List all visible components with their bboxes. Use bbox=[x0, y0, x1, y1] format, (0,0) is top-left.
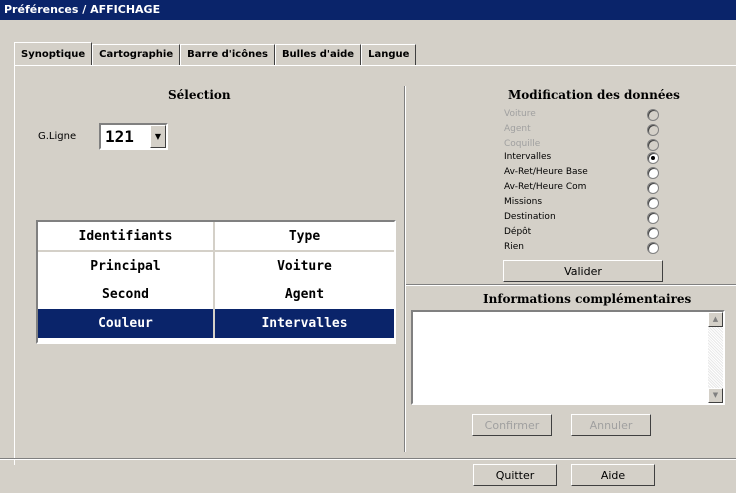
info-title: Informations complémentaires bbox=[483, 292, 692, 306]
tab-barre-icones[interactable]: Barre d'icônes bbox=[180, 44, 275, 66]
scroll-down-icon[interactable]: ▼ bbox=[708, 388, 723, 403]
tab-bulles-aide[interactable]: Bulles d'aide bbox=[274, 44, 362, 66]
radio-button[interactable] bbox=[647, 212, 659, 224]
radio-destination[interactable]: Destination bbox=[504, 211, 664, 226]
table-row[interactable]: Principal Voiture bbox=[38, 251, 394, 280]
g-ligne-value: 121 bbox=[105, 127, 134, 146]
grid-cell[interactable]: Second bbox=[38, 280, 215, 309]
radio-rien[interactable]: Rien bbox=[504, 241, 664, 256]
help-button[interactable]: Aide bbox=[571, 464, 655, 486]
tab-synoptique[interactable]: Synoptique bbox=[14, 42, 93, 66]
chevron-down-icon[interactable]: ▼ bbox=[150, 125, 166, 148]
table-row[interactable]: Second Agent bbox=[38, 280, 394, 309]
info-textarea[interactable]: ▲ ▼ bbox=[411, 310, 725, 405]
radio-label: Missions bbox=[504, 197, 543, 207]
tab-langue[interactable]: Langue bbox=[361, 44, 417, 66]
radio-av-ret-heure-com[interactable]: Av-Ret/Heure Com bbox=[504, 181, 664, 196]
radio-label: Dépôt bbox=[504, 227, 532, 237]
grid-cell[interactable]: Principal bbox=[38, 251, 215, 280]
cancel-button[interactable]: Annuler bbox=[571, 414, 651, 436]
grid-header-row: Identifiants Type bbox=[38, 222, 394, 252]
radio-dot-icon bbox=[651, 156, 655, 160]
selection-title: Sélection bbox=[168, 88, 231, 102]
window-title: Préférences / AFFICHAGE bbox=[0, 0, 736, 20]
grid-header-identifiants: Identifiants bbox=[38, 222, 215, 252]
tab-strip: Synoptique Cartographie Barre d'icônes B… bbox=[14, 42, 417, 66]
grid-cell[interactable]: Intervalles bbox=[214, 309, 394, 338]
radio-label: Intervalles bbox=[504, 152, 552, 162]
radio-label: Rien bbox=[504, 242, 524, 252]
radio-label: Av-Ret/Heure Base bbox=[504, 167, 588, 177]
valider-button[interactable]: Valider bbox=[503, 260, 663, 282]
scrollbar[interactable]: ▲ ▼ bbox=[708, 312, 723, 403]
grid-cell[interactable]: Agent bbox=[214, 280, 394, 309]
g-ligne-label: G.Ligne bbox=[38, 131, 77, 142]
radio-depot[interactable]: Dépôt bbox=[504, 226, 664, 241]
radio-voiture: Voiture bbox=[504, 108, 664, 123]
radio-label: Destination bbox=[504, 212, 556, 222]
footer-divider bbox=[0, 458, 736, 460]
radio-label: Coquille bbox=[504, 139, 541, 149]
vertical-divider bbox=[404, 86, 406, 452]
radio-button[interactable] bbox=[647, 227, 659, 239]
radio-button[interactable] bbox=[647, 197, 659, 209]
radio-missions[interactable]: Missions bbox=[504, 196, 664, 211]
scroll-up-icon[interactable]: ▲ bbox=[708, 312, 723, 327]
horizontal-divider bbox=[406, 284, 736, 286]
radio-av-ret-heure-base[interactable]: Av-Ret/Heure Base bbox=[504, 166, 664, 181]
radio-label: Agent bbox=[504, 124, 531, 134]
radio-label: Voiture bbox=[504, 109, 536, 119]
radio-button[interactable] bbox=[647, 167, 659, 179]
quit-button[interactable]: Quitter bbox=[473, 464, 557, 486]
radio-button-checked[interactable] bbox=[647, 152, 659, 164]
radio-button[interactable] bbox=[647, 242, 659, 254]
modification-title: Modification des données bbox=[508, 88, 680, 102]
g-ligne-combo[interactable]: 121 ▼ bbox=[99, 123, 168, 150]
grid-header-type: Type bbox=[214, 222, 394, 252]
radio-button bbox=[647, 109, 659, 121]
radio-button bbox=[647, 124, 659, 136]
grid-cell[interactable]: Voiture bbox=[214, 251, 394, 280]
identifiants-grid[interactable]: Identifiants Type Principal Voiture Seco… bbox=[36, 220, 396, 344]
radio-agent: Agent bbox=[504, 123, 664, 138]
table-row-selected[interactable]: Couleur Intervalles bbox=[38, 309, 394, 338]
radio-button bbox=[647, 139, 659, 151]
grid-cell[interactable]: Couleur bbox=[38, 309, 215, 338]
radio-button[interactable] bbox=[647, 182, 659, 194]
tab-cartographie[interactable]: Cartographie bbox=[92, 44, 181, 66]
confirm-button[interactable]: Confirmer bbox=[472, 414, 552, 436]
radio-intervalles[interactable]: Intervalles bbox=[504, 151, 664, 166]
radio-label: Av-Ret/Heure Com bbox=[504, 182, 587, 192]
